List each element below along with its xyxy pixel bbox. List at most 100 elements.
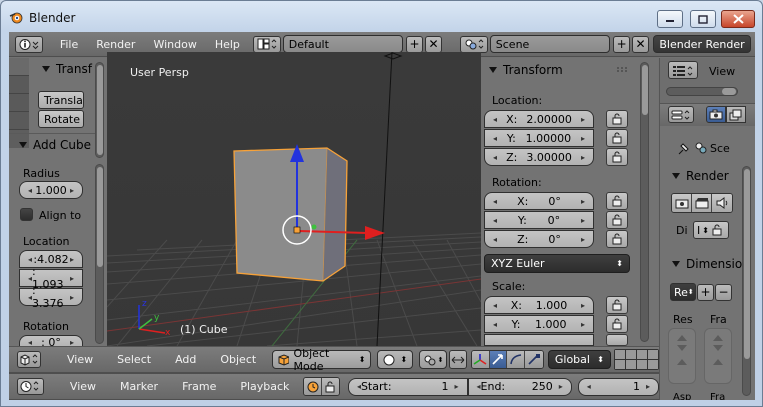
editor-type-3d-button[interactable] [17,351,42,368]
editor-type-info-button[interactable] [15,35,43,53]
menu-file[interactable]: File [51,38,87,51]
pin-icon[interactable] [676,142,690,156]
add-screen-button[interactable]: + [406,35,424,53]
lock-scale-x-button[interactable] [606,296,628,314]
display-mode-dropdown[interactable]: I ⬍ [693,221,729,239]
minimize-button[interactable] [657,10,683,28]
add-cube-header[interactable]: Add Cube [19,135,91,155]
preview-range-button[interactable] [304,378,322,395]
scale-y-field[interactable]: ◂ Y: 1.000 ▸ [484,315,594,333]
location-x-field[interactable]: ◂ X: 2.00000 ▸ [484,110,594,128]
lock-time-cursor-button[interactable] [321,378,339,395]
outliner-view-label[interactable]: View [709,65,735,78]
render-panel-header[interactable]: Render [672,166,729,186]
tool-tab[interactable] [9,94,29,112]
transform-panel-header[interactable]: Transform [489,60,563,80]
scene-name-field[interactable]: Scene [489,35,611,53]
pivot-point-dropdown[interactable]: ⬍ [419,350,448,369]
end-frame-field[interactable]: ◂ End: 250 ▸ [467,377,572,396]
lock-location-y-button[interactable] [606,129,628,147]
translate-button[interactable]: Transla [38,91,84,109]
lock-scale-y-button[interactable] [606,315,628,333]
layer-button[interactable] [636,360,647,369]
tool-shelf-scrollbar-top[interactable] [95,62,104,158]
outliner-hscroll[interactable] [666,87,738,96]
add-preset-button[interactable]: + [697,283,714,301]
render-layers-tab[interactable] [726,106,746,123]
remove-screen-button[interactable]: ✕ [425,35,442,53]
editor-type-timeline-button[interactable] [17,378,44,395]
properties-editor-type-button[interactable] [668,106,694,123]
location-z-field[interactable]: ◂: 3.376 ▸ [19,284,83,310]
lock-location-x-button[interactable] [606,110,628,128]
3d-viewport[interactable]: z y x User Persp (1) Cube [107,52,481,346]
remove-preset-button[interactable]: − [715,283,732,301]
radius-field[interactable]: ◂ 1.000 ▸ [19,181,83,199]
close-window-button[interactable] [721,10,755,28]
location-z-field[interactable]: ◂ Z: 3.00000 ▸ [484,148,594,166]
add-scene-button[interactable]: + [613,35,631,53]
screen-layout-name-field[interactable]: Default [282,35,404,53]
rotation-x-field[interactable]: ◂ X: 0° ▸ [484,192,594,210]
render-context-tab[interactable] [706,106,726,123]
render-image-button[interactable] [672,194,692,212]
menu-object[interactable]: Object [208,353,268,366]
menu-window[interactable]: Window [144,38,205,51]
layer-button[interactable] [614,350,625,359]
scale-manipulator-button[interactable] [525,351,543,368]
dimensions-panel-header[interactable]: Dimensio [672,254,742,274]
lock-rotation-x-button[interactable] [606,192,628,210]
menu-view[interactable]: View [55,353,105,366]
layer-button[interactable] [647,350,658,359]
screen-layout-browse-button[interactable] [252,35,281,53]
tool-shelf-scrollbar[interactable] [95,164,104,344]
tool-tab[interactable] [9,76,29,94]
timeline-menu-view[interactable]: View [58,380,108,393]
rotation-mode-dropdown[interactable]: XYZ Euler ⬍ [484,254,630,273]
layer-button[interactable] [636,350,647,359]
outliner-display-mode-button[interactable] [668,61,698,79]
layer-button[interactable] [625,350,636,359]
start-frame-field[interactable]: ◂ Start: 1 ▸ [347,377,468,396]
viewport-shading-dropdown[interactable]: ⬍ [377,350,414,369]
tool-tab[interactable] [9,58,29,76]
render-animation-button[interactable] [692,194,712,212]
current-frame-field[interactable]: ◂ 1 ▸ [577,377,660,396]
rotate-button[interactable]: Rotate [38,110,84,128]
resolution-fields[interactable] [668,328,696,384]
interaction-mode-dropdown[interactable]: Object Mode ⬍ [272,347,372,373]
maximize-button[interactable] [690,10,716,28]
scale-x-field[interactable]: ◂ X: 1.000 ▸ [484,296,594,314]
rotate-manipulator-button[interactable] [507,351,526,368]
frame-range-fields[interactable] [704,328,732,384]
timeline-menu-frame[interactable]: Frame [170,380,228,393]
menu-help[interactable]: Help [206,38,249,51]
scene-browse-button[interactable] [459,35,488,53]
layer-button[interactable] [647,360,658,369]
scale-z-field[interactable] [484,334,594,346]
menu-render[interactable]: Render [87,38,144,51]
manipulator-toggle-button[interactable] [471,351,490,368]
properties-scrollbar[interactable] [742,166,751,396]
drag-handle-icon[interactable] [617,67,629,73]
layer-buttons[interactable] [613,349,659,370]
transform-orientation-dropdown[interactable]: Global ⬍ [547,350,611,369]
remove-scene-button[interactable]: ✕ [632,35,649,53]
manipulate-center-points-button[interactable] [449,350,467,369]
transform-tools-header[interactable]: Transf [42,59,92,79]
layer-button[interactable] [614,360,625,369]
rotation-y-field[interactable]: ◂ Y: 0° ▸ [484,211,594,229]
render-presets-dropdown[interactable]: Re ⬍ [670,283,696,301]
render-engine-dropdown[interactable]: Blender Render [653,35,751,53]
render-audio-button[interactable] [712,194,732,212]
lock-location-z-button[interactable] [606,148,628,166]
translate-manipulator-button[interactable] [489,351,508,368]
lock-scale-z-button[interactable] [606,334,628,346]
menu-add[interactable]: Add [163,353,208,366]
menu-select[interactable]: Select [105,353,163,366]
timeline-menu-marker[interactable]: Marker [108,380,170,393]
layer-button[interactable] [625,360,636,369]
align-to-checkbox[interactable] [20,208,33,221]
rotation-z-field[interactable]: ◂ Z: 0° ▸ [484,230,594,248]
location-y-field[interactable]: ◂ Y: 1.00000 ▸ [484,129,594,147]
